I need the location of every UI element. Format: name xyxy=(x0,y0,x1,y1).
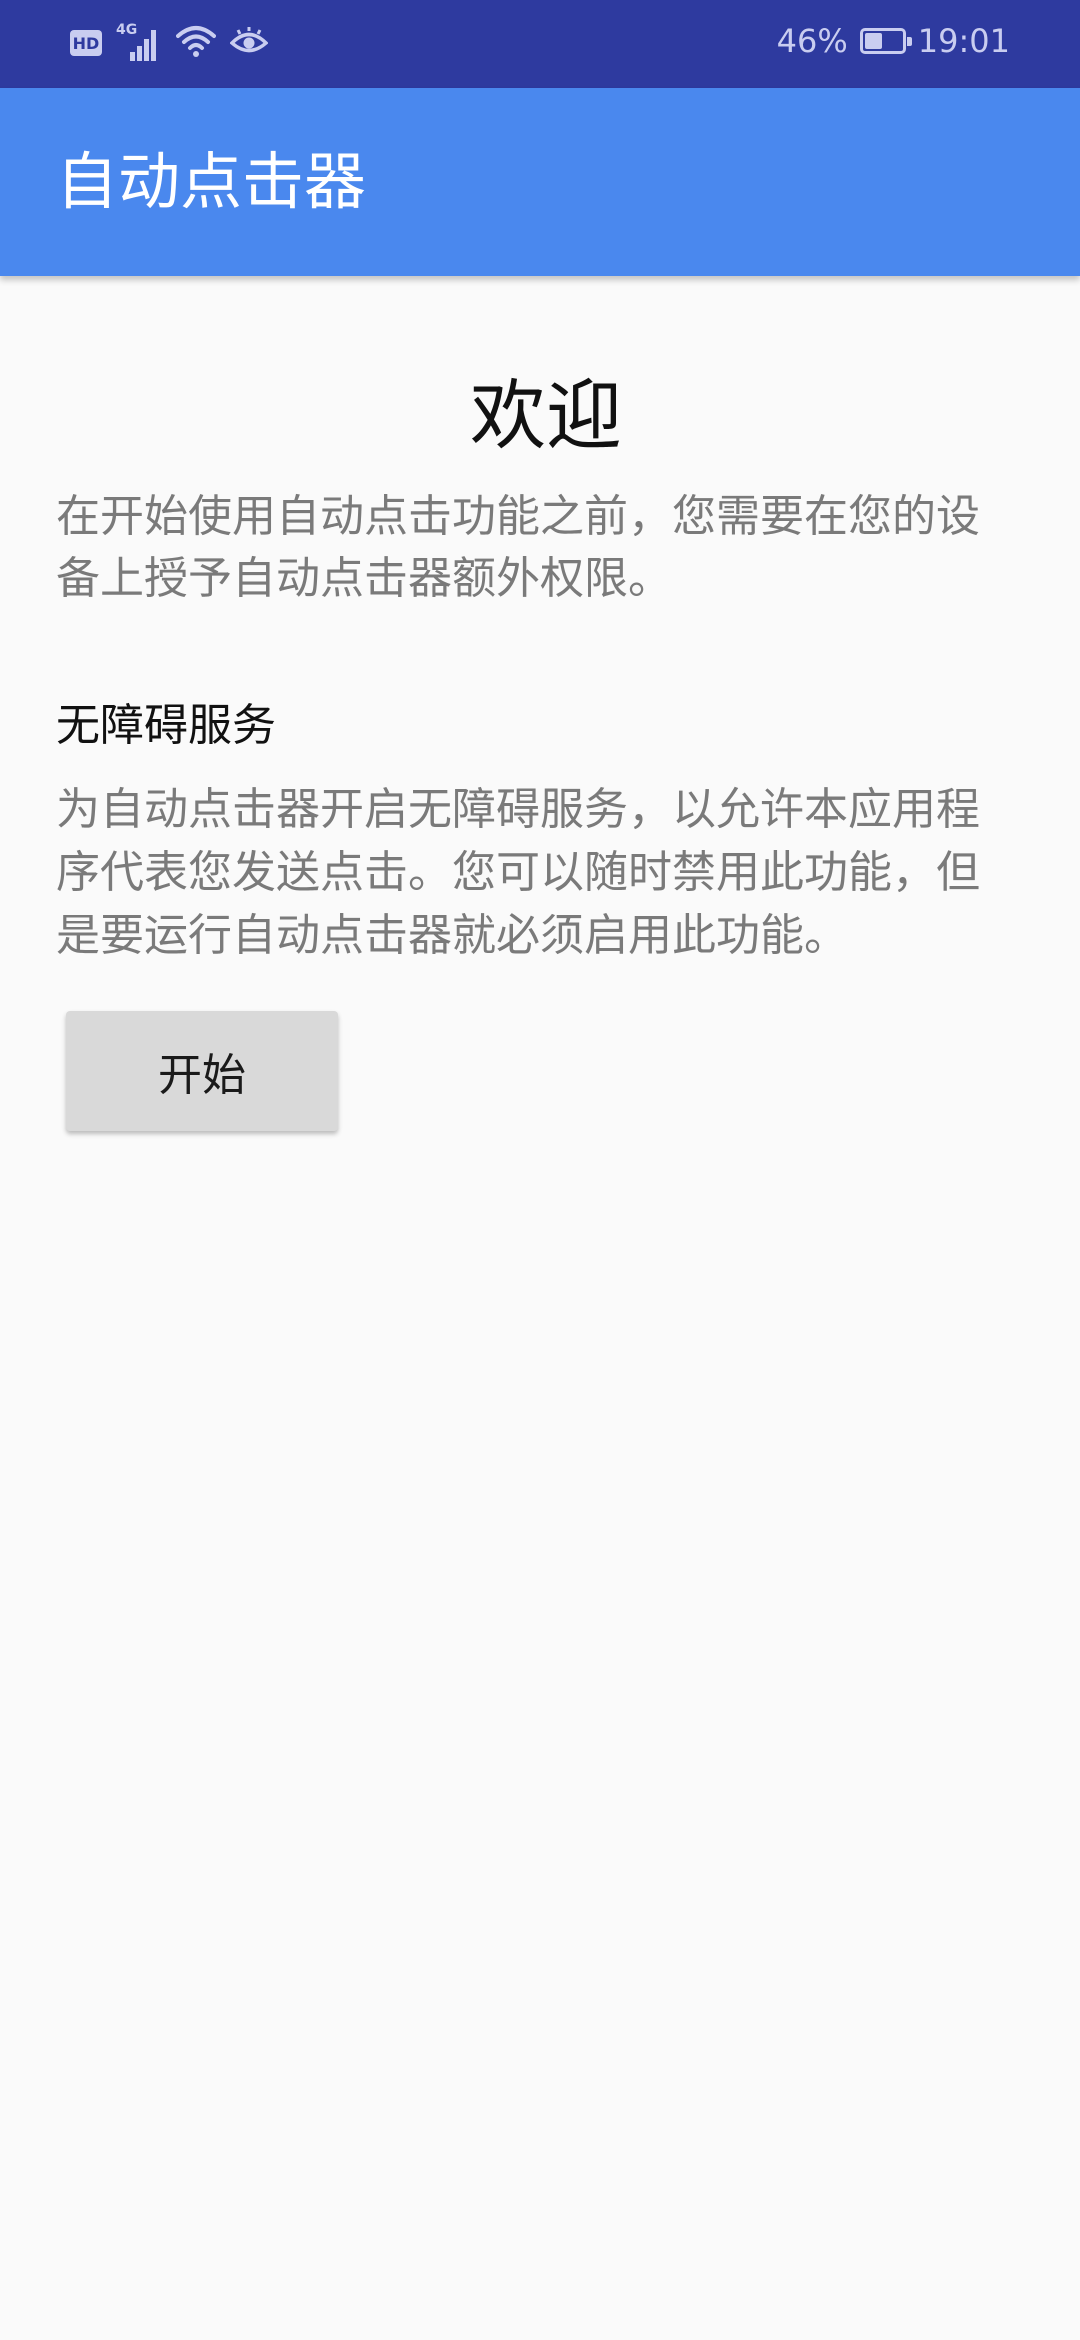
status-right: 46% 19:01 xyxy=(777,22,1010,60)
start-button[interactable]: 开始 xyxy=(66,1011,338,1131)
eye-icon xyxy=(229,26,269,60)
status-bar: HD 4G 46% 19:01 xyxy=(0,0,1080,88)
clock: 19:01 xyxy=(917,22,1010,60)
main-content: 欢迎 在开始使用自动点击功能之前，您需要在您的设备上授予自动点击器额外权限。 无… xyxy=(56,276,996,1131)
accessibility-section-text: 为自动点击器开启无障碍服务，以允许本应用程序代表您发送点击。您可以随时禁用此功能… xyxy=(56,784,980,961)
hd-icon: HD xyxy=(70,30,102,56)
accessibility-section-title: 无障碍服务 xyxy=(56,700,276,751)
battery-percent: 46% xyxy=(776,22,848,60)
wifi-icon xyxy=(176,24,216,62)
welcome-title: 欢迎 xyxy=(470,371,622,460)
battery-level-fill xyxy=(864,33,882,49)
app-title: 自动点击器 xyxy=(56,145,367,218)
battery-icon xyxy=(859,28,912,54)
intro-text: 在开始使用自动点击功能之前，您需要在您的设备上授予自动点击器额外权限。 xyxy=(56,491,980,604)
app-bar: 自动点击器 xyxy=(0,88,1080,276)
signal-icon: 4G xyxy=(116,22,162,62)
status-left-icons: HD 4G xyxy=(70,22,269,62)
